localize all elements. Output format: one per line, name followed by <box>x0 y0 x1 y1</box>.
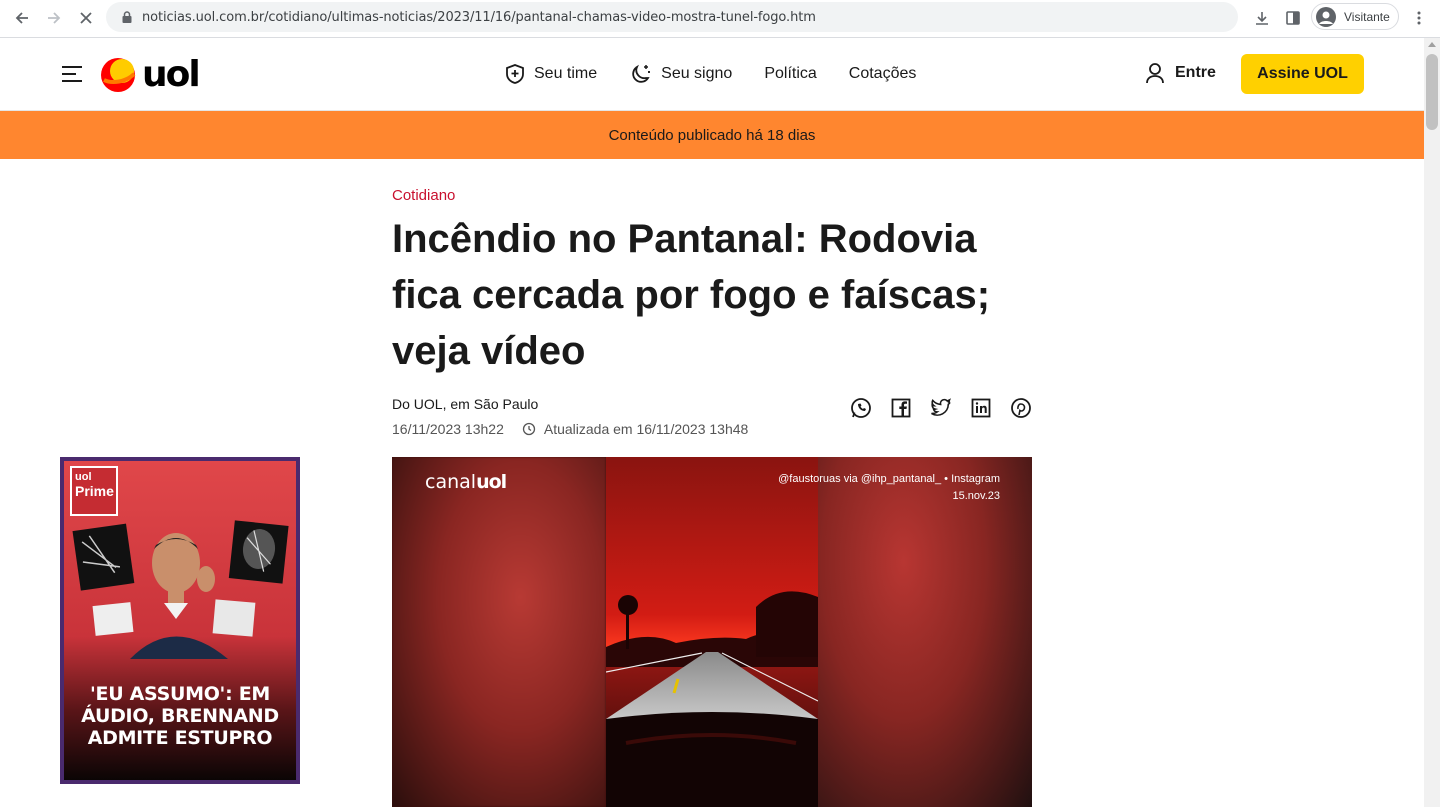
credit-source: @faustoruas via @ihp_pantanal_ • Instagr… <box>778 473 1000 485</box>
banner-text: Conteúdo publicado há 18 dias <box>608 126 816 144</box>
nav-label: Cotações <box>848 65 917 82</box>
nav-label: Seu time <box>534 65 598 82</box>
login-link[interactable]: Entre <box>1145 62 1216 84</box>
nav-label: Política <box>764 65 817 82</box>
article-headline: Incêndio no Pantanal: Rodovia fica cerca… <box>392 217 991 373</box>
back-arrow-icon[interactable] <box>8 4 36 32</box>
video-blur-left <box>392 457 606 807</box>
canal-uol-logo: canaluol <box>425 471 507 493</box>
video-frame <box>606 457 818 807</box>
subscribe-button[interactable]: Assine UOL <box>1241 54 1364 94</box>
uol-ball-icon <box>101 58 136 92</box>
profile-label: Visitante <box>1344 9 1390 24</box>
linkedin-icon[interactable] <box>970 397 992 419</box>
shield-plus-icon <box>506 64 524 84</box>
nav-seu-signo[interactable]: Seu signo <box>629 60 732 88</box>
nav-label: Seu signo <box>661 65 733 82</box>
avatar-icon <box>1316 6 1336 27</box>
updated-date: Atualizada em 16/11/2023 13h48 <box>543 421 749 437</box>
ad-collage-image <box>72 520 289 659</box>
nav-seu-time[interactable]: Seu time <box>504 60 597 88</box>
address-bar[interactable]: noticias.uol.com.br/cotidiano/ultimas-no… <box>106 2 1238 32</box>
scrollbar-thumb[interactable] <box>1426 54 1438 130</box>
video-blur-right <box>818 457 1032 807</box>
published-age-banner: Conteúdo publicado há 18 dias <box>0 111 1424 159</box>
login-label: Entre <box>1175 64 1216 81</box>
facebook-icon[interactable] <box>890 397 912 419</box>
video-credit: @faustoruas via @ihp_pantanal_ • Instagr… <box>778 471 1000 505</box>
clock-icon <box>522 422 536 436</box>
whatsapp-icon[interactable] <box>850 397 872 419</box>
download-icon[interactable] <box>1248 4 1276 32</box>
share-bar <box>850 397 1032 419</box>
browser-toolbar: noticias.uol.com.br/cotidiano/ultimas-no… <box>0 0 1440 38</box>
uol-logo[interactable]: uol <box>100 54 201 95</box>
forward-arrow-icon[interactable] <box>40 4 68 32</box>
uol-prime-badge: uol Prime <box>70 466 118 516</box>
kebab-menu-icon[interactable] <box>1405 4 1433 32</box>
twitter-icon[interactable] <box>930 397 952 419</box>
page-scrollbar[interactable] <box>1424 38 1440 807</box>
pinterest-icon[interactable] <box>1010 397 1032 419</box>
uol-prime-ad[interactable]: uol Prime 'EU ASSUMO': EM ÁUDIO, BRENNAN… <box>60 457 300 784</box>
nav-politica[interactable]: Política <box>764 60 816 88</box>
credit-date: 15.nov.23 <box>952 490 1000 502</box>
moon-star-icon <box>632 64 651 83</box>
published-date: 16/11/2023 13h22 <box>392 421 504 437</box>
profile-button[interactable]: Visitante <box>1311 3 1399 30</box>
burning-road-scene <box>606 457 818 807</box>
ad-caption: 'EU ASSUMO': EM ÁUDIO, BRENNAND ADMITE E… <box>81 683 279 749</box>
video-player[interactable]: canaluol @faustoruas via @ihp_pantanal_ … <box>392 457 1032 807</box>
updated-date-wrap: Atualizada em 16/11/2023 13h48 <box>522 421 748 437</box>
article-dates: 16/11/2023 13h22 Atualizada em 16/11/202… <box>392 421 748 437</box>
url-text: noticias.uol.com.br/cotidiano/ultimas-no… <box>142 9 816 25</box>
user-icon <box>1146 63 1164 84</box>
lock-icon <box>122 11 132 23</box>
stop-loading-icon[interactable] <box>72 4 100 32</box>
logo-text: uol <box>142 54 201 95</box>
hamburger-menu-icon[interactable] <box>62 66 82 82</box>
byline: Do UOL, em São Paulo <box>392 396 539 412</box>
main-nav: Seu time Seu signo Política Cotações <box>504 60 948 88</box>
scroll-up-arrow-icon[interactable] <box>1428 42 1436 47</box>
nav-cotacoes[interactable]: Cotações <box>849 60 917 88</box>
side-panel-icon[interactable] <box>1279 4 1307 32</box>
category-link[interactable]: Cotidiano <box>392 187 455 204</box>
site-header: uol Seu time Seu signo Política Cotações… <box>0 38 1424 111</box>
